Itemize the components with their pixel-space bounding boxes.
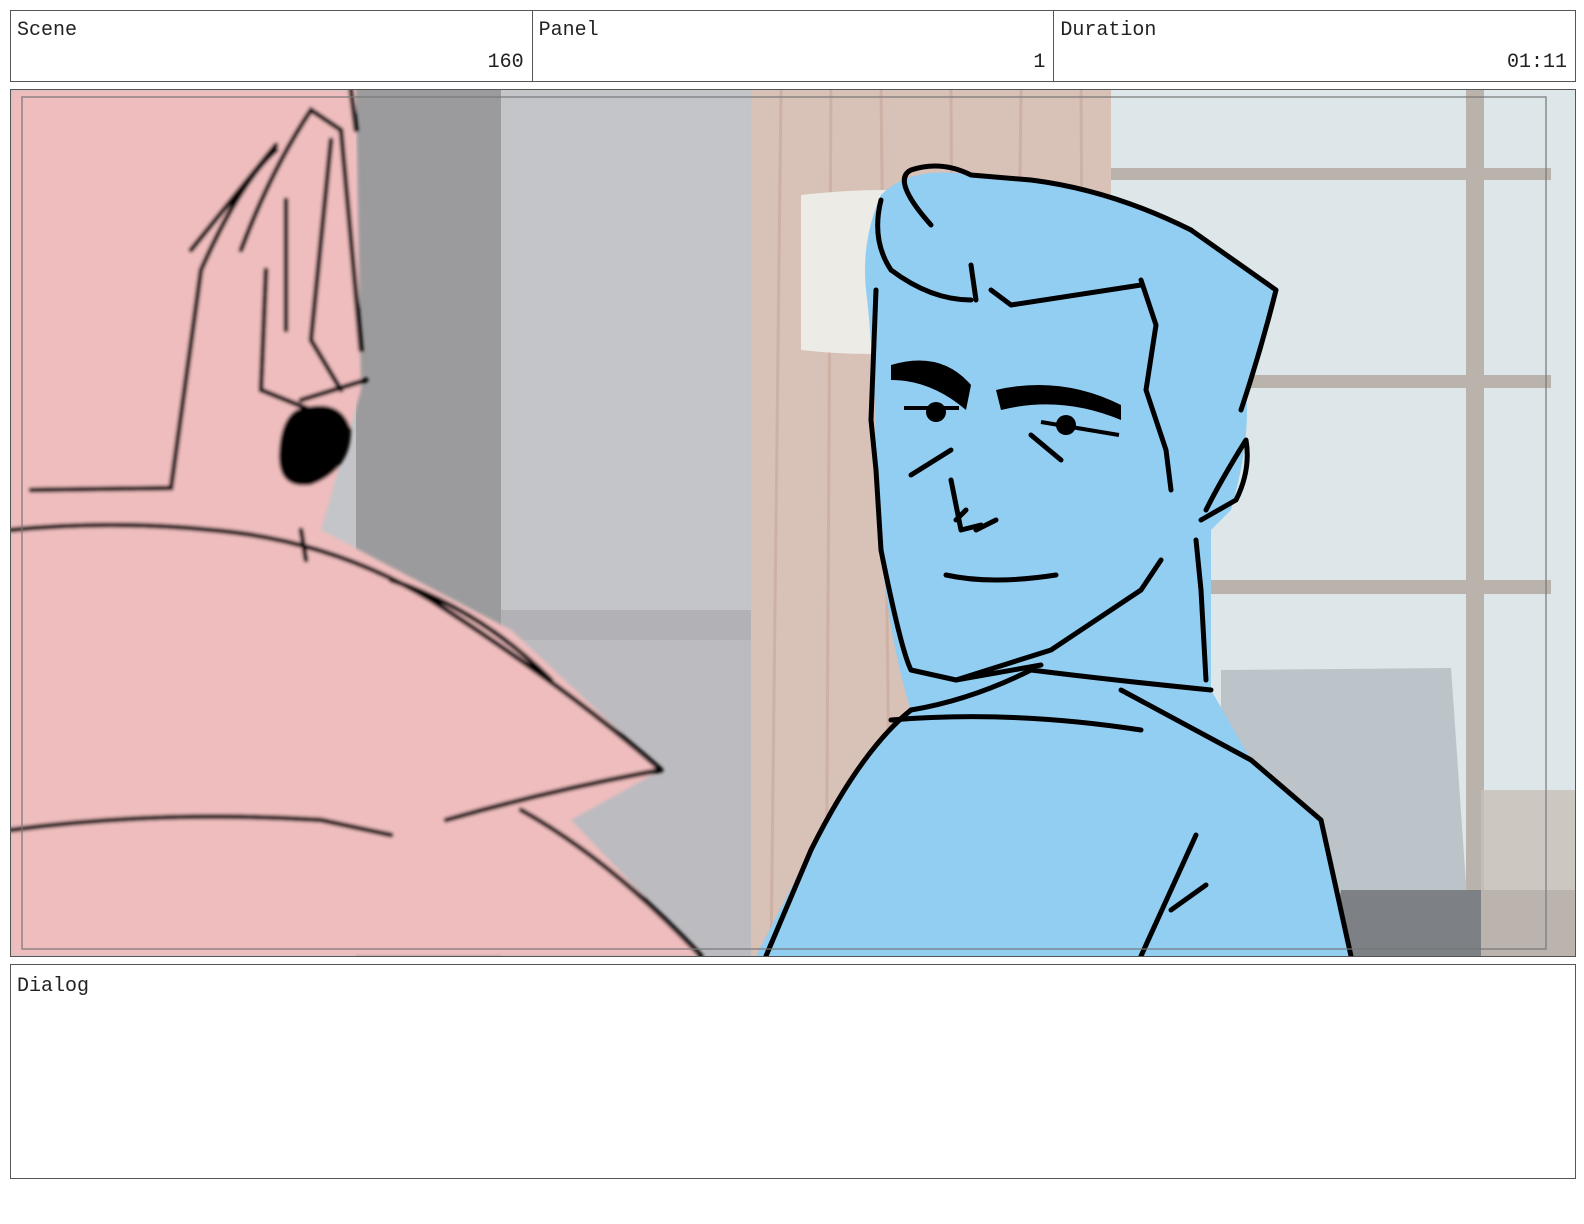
panel-illustration [11,90,1575,956]
side-table [1481,790,1575,956]
scene-label: Scene [17,19,78,42]
storyboard-frame [10,89,1576,957]
scene-number: 160 [487,51,524,74]
floor-ledge [501,610,751,640]
dialog-box: Dialog [10,964,1576,1179]
panel-cell: Panel 1 [533,11,1055,81]
panel-label: Panel [538,19,599,42]
panel-number: 1 [1033,51,1046,74]
scene-cell: Scene 160 [11,11,533,81]
dialog-label: Dialog [17,975,90,998]
storyboard-header: Scene 160 Panel 1 Duration 01:11 [10,10,1576,82]
duration-label: Duration [1060,19,1157,42]
duration-cell: Duration 01:11 [1054,11,1575,81]
duration-value: 01:11 [1507,51,1568,74]
